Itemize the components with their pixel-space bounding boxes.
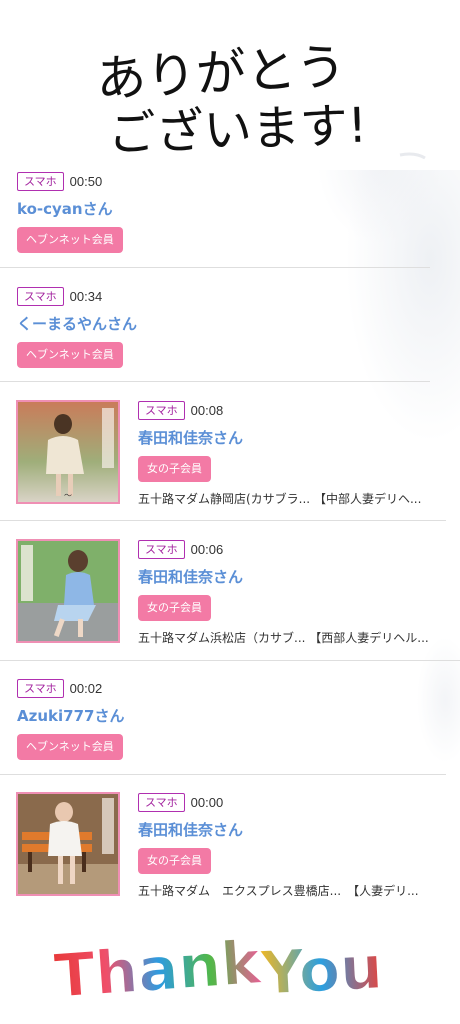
member-type-badge: ヘブンネット会員: [17, 342, 123, 368]
device-badge: スマホ: [138, 792, 185, 812]
visit-time: 00:34: [69, 288, 103, 304]
list-item[interactable]: スマホ 00:50 ko-cyanさん ヘブンネット会員: [0, 165, 430, 268]
visit-time: 00:02: [69, 680, 103, 696]
svg-text:〜: 〜: [64, 491, 72, 500]
list-item[interactable]: 〜 スマホ 00:08 春田和佳奈さん 女の子会員 五十路マダム静岡店(カサブラ…: [0, 382, 446, 521]
visitor-name-link[interactable]: 春田和佳奈さん: [138, 567, 438, 587]
device-badge: スマホ: [138, 400, 185, 420]
visit-time: 00:50: [69, 173, 103, 189]
member-type-badge: 女の子会員: [138, 848, 211, 874]
visitor-name-link[interactable]: ko-cyanさん: [17, 199, 123, 219]
device-badge: スマホ: [138, 539, 185, 559]
list-item[interactable]: スマホ 00:00 春田和佳奈さん 女の子会員 五十路マダム エクスプレス豊橋店…: [0, 775, 446, 908]
visit-time: 00:00: [190, 794, 224, 810]
visitor-name-link[interactable]: Azuki777さん: [17, 706, 124, 726]
visitor-name-link[interactable]: 春田和佳奈さん: [138, 428, 438, 448]
header-line2: ございます!: [107, 98, 368, 163]
visitor-name-link[interactable]: くーまるやんさん: [17, 314, 137, 334]
thank-you-footer-banner: Thank You: [0, 905, 460, 1024]
thank-you-header-banner: ありがとう ございます!: [0, 0, 460, 170]
footprint-list: スマホ 00:50 ko-cyanさん ヘブンネット会員 スマホ 00:34 く…: [0, 165, 460, 908]
visitor-name-link[interactable]: 春田和佳奈さん: [138, 820, 438, 840]
profile-thumbnail[interactable]: [16, 539, 120, 643]
footer-word-you: You: [258, 933, 384, 1009]
list-item[interactable]: スマホ 00:02 Azuki777さん ヘブンネット会員: [0, 661, 446, 775]
member-type-badge: 女の子会員: [138, 595, 211, 621]
shop-name-link[interactable]: 五十路マダム浜松店（カサブ... 【西部人妻デリヘル...: [138, 629, 438, 646]
member-type-badge: ヘブンネット会員: [17, 734, 123, 760]
list-item[interactable]: スマホ 00:06 春田和佳奈さん 女の子会員 五十路マダム浜松店（カサブ...…: [0, 521, 460, 661]
device-badge: スマホ: [17, 678, 64, 698]
member-type-badge: 女の子会員: [138, 456, 211, 482]
device-badge: スマホ: [17, 171, 64, 191]
shop-name-link[interactable]: 五十路マダム エクスプレス豊橋店... 【人妻デリ...: [138, 882, 438, 899]
profile-thumbnail[interactable]: [16, 792, 120, 896]
visit-time: 00:08: [190, 402, 224, 418]
footer-word-thank: Thank: [52, 928, 265, 1012]
member-type-badge: ヘブンネット会員: [17, 227, 123, 253]
visit-time: 00:06: [190, 541, 224, 557]
shop-name-link[interactable]: 五十路マダム静岡店(カサブラ... 【中部人妻デリヘ...: [138, 490, 438, 507]
profile-thumbnail[interactable]: 〜: [16, 400, 120, 504]
device-badge: スマホ: [17, 286, 64, 306]
list-item[interactable]: スマホ 00:34 くーまるやんさん ヘブンネット会員: [0, 268, 430, 382]
